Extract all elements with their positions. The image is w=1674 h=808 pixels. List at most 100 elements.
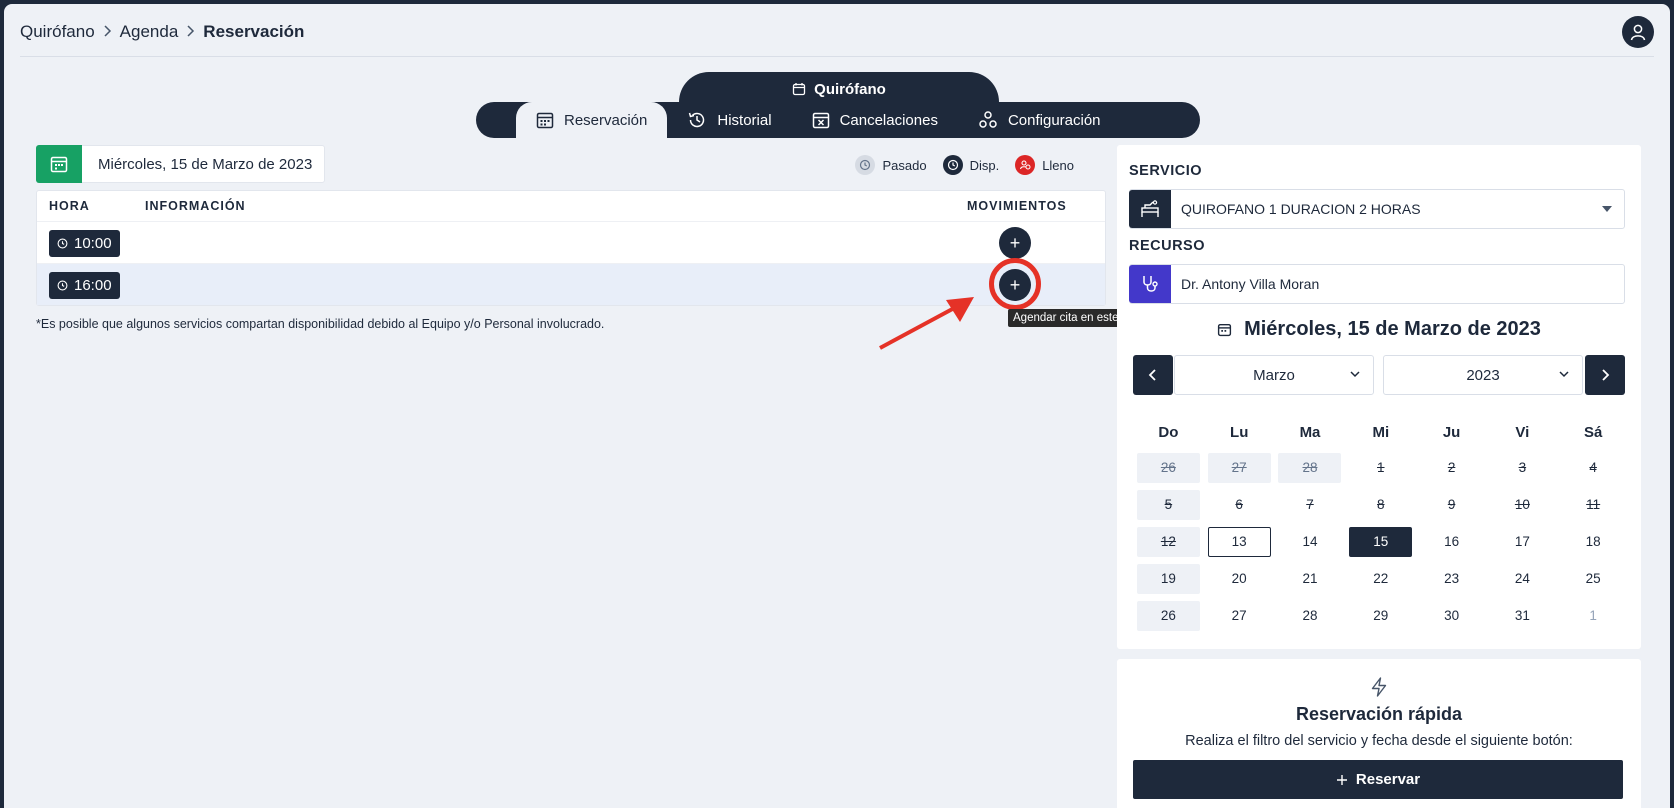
calendar-day[interactable]: 1 — [1558, 597, 1629, 634]
service-value: QUIROFANO 1 DURACION 2 HORAS — [1181, 201, 1421, 217]
tab-cancelaciones[interactable]: Cancelaciones — [792, 104, 958, 136]
user-clock-icon — [1015, 155, 1036, 175]
day-number: 27 — [1207, 452, 1271, 483]
time-label: 16:00 — [74, 277, 112, 294]
cogs-icon — [979, 111, 997, 128]
day-number: 26 — [1136, 600, 1200, 631]
tab-configuracion[interactable]: Configuración — [958, 104, 1121, 136]
calendar-day[interactable]: 16 — [1416, 523, 1487, 560]
date-picker-button[interactable] — [36, 145, 82, 183]
breadcrumb-agenda[interactable]: Agenda — [120, 22, 179, 42]
calendar-day[interactable]: 31 — [1487, 597, 1558, 634]
calendar-day[interactable]: 20 — [1204, 560, 1275, 597]
user-avatar[interactable] — [1622, 16, 1654, 48]
calendar-day: 10 — [1487, 486, 1558, 523]
day-number: 10 — [1514, 497, 1530, 512]
calendar-icon — [1218, 323, 1232, 337]
reservar-label: Reservar — [1355, 771, 1421, 788]
header-hora: HORA — [49, 199, 90, 213]
day-number: 21 — [1302, 571, 1318, 586]
chevron-down-icon — [1350, 371, 1360, 378]
calendar-day-today[interactable]: 13 — [1204, 523, 1275, 560]
calendar-day[interactable]: 27 — [1204, 597, 1275, 634]
day-number: 17 — [1514, 534, 1530, 549]
legend-full: Lleno — [1015, 155, 1074, 175]
calendar-day[interactable]: 26 — [1133, 597, 1204, 634]
breadcrumb-current: Reservación — [203, 22, 305, 41]
app-window: Quirófano Agenda Reservación Quirófano R… — [4, 4, 1670, 808]
day-number: 1 — [1589, 608, 1597, 623]
legend-label: Lleno — [1042, 157, 1074, 173]
filters-panel: SERVICIO QUIROFANO 1 DURACION 2 HORAS RE… — [1117, 145, 1641, 649]
calendar-week: 12 13 14 15 16 17 18 — [1133, 523, 1629, 560]
resource-label: RECURSO — [1129, 238, 1206, 254]
day-number: 24 — [1514, 571, 1530, 586]
weekday: Ju — [1442, 424, 1461, 441]
day-number: 12 — [1136, 526, 1200, 557]
tab-label: Cancelaciones — [839, 111, 938, 129]
calendar-day[interactable]: 23 — [1416, 560, 1487, 597]
day-number: 6 — [1235, 497, 1243, 512]
table-header: HORA INFORMACIÓN MOVIMIENTOS — [37, 191, 1105, 221]
breadcrumb-quirofano[interactable]: Quirófano — [20, 22, 95, 42]
calendar-day[interactable]: 18 — [1558, 523, 1629, 560]
header-divider — [20, 56, 1654, 57]
calendar-day[interactable]: 29 — [1345, 597, 1416, 634]
month-select[interactable]: Marzo — [1174, 355, 1374, 395]
date-selector[interactable]: Miércoles, 15 de Marzo de 2023 — [36, 145, 325, 183]
calendar-day: 3 — [1487, 449, 1558, 486]
calendar-day[interactable]: 28 — [1275, 597, 1346, 634]
calendar-day-selected[interactable]: 15 — [1345, 523, 1416, 560]
reservar-button[interactable]: Reservar — [1133, 760, 1623, 799]
header: Quirófano Agenda Reservación — [4, 4, 1670, 57]
calendar-day[interactable]: 19 — [1133, 560, 1204, 597]
calendar-day[interactable]: 30 — [1416, 597, 1487, 634]
service-select[interactable]: QUIROFANO 1 DURACION 2 HORAS — [1129, 189, 1625, 229]
calendar-day[interactable]: 22 — [1345, 560, 1416, 597]
calendar-day[interactable]: 17 — [1487, 523, 1558, 560]
weekday: Do — [1158, 424, 1179, 441]
quick-reservation-title: Reservación rápida — [1295, 704, 1463, 724]
day-number: 20 — [1231, 571, 1247, 586]
day-number: 22 — [1373, 571, 1389, 586]
weekday: Ma — [1299, 424, 1321, 441]
prev-month-button[interactable] — [1133, 355, 1173, 395]
add-appointment-button[interactable]: + — [999, 227, 1031, 259]
annotation-highlight-circle — [989, 258, 1041, 310]
tab-reservacion[interactable]: Reservación — [516, 102, 668, 138]
next-month-button[interactable] — [1585, 355, 1625, 395]
resource-select[interactable]: Dr. Antony Villa Moran — [1129, 264, 1625, 304]
clock-icon — [57, 280, 68, 291]
clock-icon — [57, 238, 68, 249]
user-icon — [1630, 24, 1646, 41]
quick-reservation-card: Reservación rápida Realiza el filtro del… — [1117, 659, 1641, 808]
time-badge: 16:00 — [49, 272, 120, 299]
year-select[interactable]: 2023 — [1383, 355, 1583, 395]
calendar-week: 26 27 28 29 30 31 1 — [1133, 597, 1629, 634]
day-number: 28 — [1278, 452, 1342, 483]
calendar-day: 2 — [1416, 449, 1487, 486]
surgery-bed-icon — [1129, 190, 1171, 228]
annotation-arrow-icon — [879, 297, 974, 350]
day-number: 31 — [1514, 608, 1530, 623]
day-number: 16 — [1444, 534, 1460, 549]
calendar-grid: Do Lu Ma Mi Ju Vi Sá 26 27 28 1 2 3 4 5 — [1133, 417, 1629, 634]
month-value: Marzo — [1253, 366, 1295, 384]
time-badge: 10:00 — [49, 230, 120, 257]
breadcrumb: Quirófano Agenda Reservación — [20, 22, 304, 42]
calendar-day[interactable]: 21 — [1275, 560, 1346, 597]
header-informacion: INFORMACIÓN — [145, 199, 246, 213]
module-title-tab: Quirófano — [679, 72, 999, 106]
calendar-day[interactable]: 25 — [1558, 560, 1629, 597]
day-number: 25 — [1585, 571, 1601, 586]
clock-icon — [942, 155, 963, 175]
plus-icon: + — [1009, 232, 1021, 253]
calendar-day: 26 — [1133, 449, 1204, 486]
legend-label: Disp. — [969, 157, 1000, 173]
calendar-day[interactable]: 14 — [1275, 523, 1346, 560]
day-number: 7 — [1306, 497, 1314, 512]
calendar-day[interactable]: 24 — [1487, 560, 1558, 597]
weekday: Lu — [1230, 424, 1249, 441]
tab-historial[interactable]: Historial — [667, 104, 791, 136]
chevron-down-icon — [1559, 371, 1569, 378]
